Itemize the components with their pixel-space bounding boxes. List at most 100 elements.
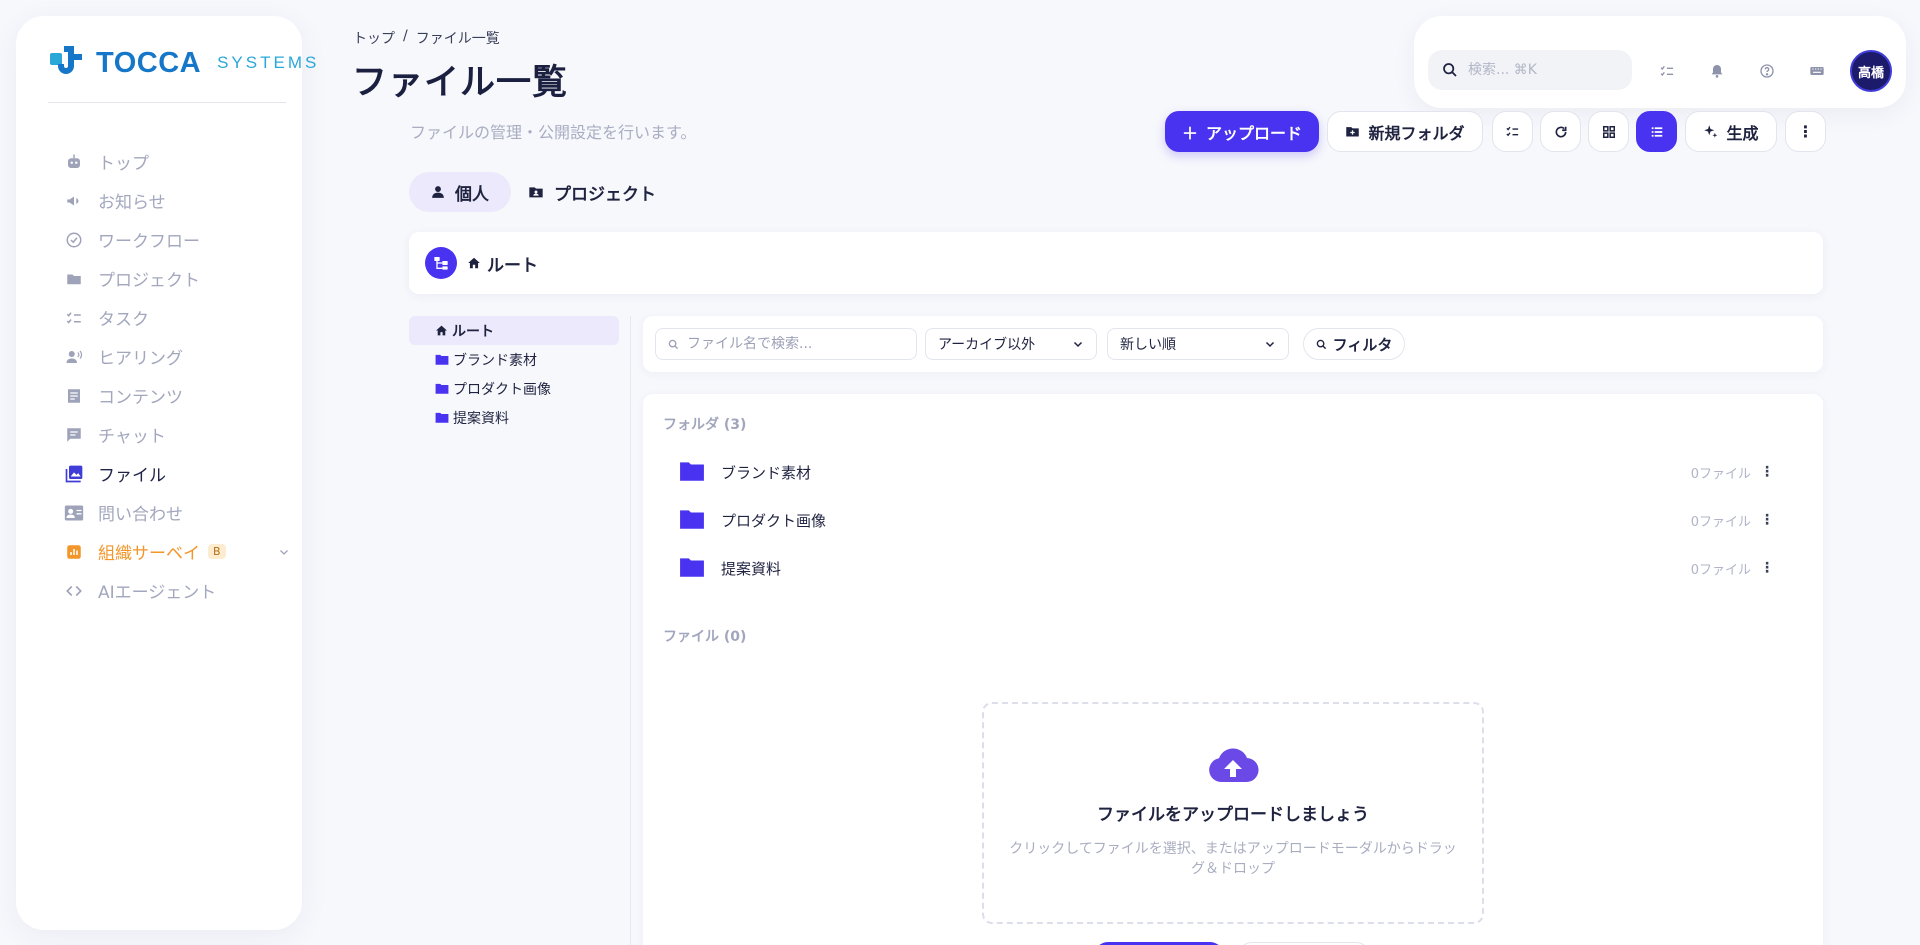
folder-row[interactable]: プロダクト画像 0ファイル ⋮ — [663, 500, 1803, 540]
tree-item-folder[interactable]: ブランド素材 — [409, 345, 619, 374]
global-search-input[interactable] — [1468, 62, 1608, 78]
dropzone-title: ファイルをアップロードしましょう — [1097, 805, 1369, 825]
folder-plus-icon — [1345, 124, 1360, 139]
sidebar-item-top[interactable]: トップ — [64, 142, 226, 181]
folder-icon — [64, 269, 84, 289]
sidebar-item-survey[interactable]: 組織サーベイ B — [64, 532, 288, 571]
contact-card-icon — [64, 503, 84, 523]
sidebar-item-workflow[interactable]: ワークフロー — [64, 220, 226, 259]
keyboard-icon[interactable] — [1806, 60, 1828, 82]
tree-item-root[interactable]: ルート — [409, 316, 619, 345]
sidebar: TOCCA SYSTEMS トップ お知らせ ワークフロー プロジェクト タスク… — [16, 16, 316, 930]
breadcrumb: トップ / ファイル一覧 — [353, 28, 500, 48]
breadcrumb-home[interactable]: トップ — [353, 28, 395, 48]
chevron-down-icon — [1072, 338, 1084, 350]
folder-file-count: 0ファイル — [1690, 514, 1751, 530]
archive-filter-select[interactable]: アーカイブ以外 — [925, 328, 1097, 360]
folder-icon — [435, 353, 449, 366]
checklist-icon — [1505, 124, 1520, 139]
chevron-down-icon — [1264, 338, 1276, 350]
breadcrumb-separator: / — [403, 28, 408, 44]
document-icon — [64, 386, 84, 406]
sidebar-item-ai-agent[interactable]: AIエージェント — [64, 571, 226, 610]
select-mode-button[interactable] — [1492, 111, 1533, 152]
folder-tree-icon[interactable] — [425, 247, 457, 279]
folder-tree: ルート ブランド素材 プロダクト画像 提案資料 — [409, 316, 619, 432]
folder-name: 提案資料 — [721, 559, 782, 578]
sparkle-icon — [1703, 124, 1718, 139]
sidebar-item-label: お知らせ — [98, 193, 166, 213]
upload-button-label: アップロード — [1206, 123, 1303, 143]
search-icon — [668, 339, 679, 350]
more-vertical-icon[interactable]: ⋮ — [1759, 464, 1775, 480]
bell-icon[interactable] — [1706, 60, 1728, 82]
folder-row[interactable]: ブランド素材 0ファイル ⋮ — [663, 452, 1803, 492]
tree-item-folder[interactable]: プロダクト画像 — [409, 374, 619, 403]
chevron-down-icon[interactable] — [278, 532, 290, 562]
new-folder-button-label: 新規フォルダ — [1368, 123, 1465, 143]
avatar[interactable]: 高橋 — [1850, 50, 1892, 92]
current-folder-label[interactable]: ルート — [467, 251, 538, 276]
upload-button[interactable]: ＋ アップロード — [1165, 111, 1319, 152]
code-icon — [64, 581, 84, 601]
sidebar-item-project[interactable]: プロジェクト — [64, 259, 226, 298]
filter-button-label: フィルタ — [1332, 335, 1393, 354]
new-folder-button[interactable]: 新規フォルダ — [1327, 111, 1483, 152]
grid-icon — [1602, 125, 1616, 139]
folder-row[interactable]: 提案資料 0ファイル ⋮ — [663, 548, 1803, 588]
images-icon — [64, 464, 84, 484]
sidebar-item-label: ヒアリング — [98, 349, 183, 369]
list-view-button[interactable] — [1636, 111, 1677, 152]
beta-badge: B — [208, 544, 226, 559]
global-search[interactable] — [1428, 50, 1632, 90]
sidebar-item-hearing[interactable]: ヒアリング — [64, 337, 226, 376]
refresh-button[interactable] — [1540, 111, 1581, 152]
home-icon — [435, 324, 448, 337]
sidebar-item-label: 組織サーベイ — [98, 544, 200, 564]
sidebar-item-label: ファイル — [98, 466, 166, 486]
sort-value: 新しい順 — [1120, 337, 1176, 353]
logo-mark-icon — [48, 44, 86, 82]
sidebar-nav: トップ お知らせ ワークフロー プロジェクト タスク ヒアリング コンテンツ チ… — [64, 142, 288, 610]
folder-name: プロダクト画像 — [721, 511, 827, 530]
sidebar-item-task[interactable]: タスク — [64, 298, 226, 337]
more-options-button[interactable]: ⋮ — [1785, 111, 1826, 152]
check-circle-icon — [64, 230, 84, 250]
checklist-icon[interactable] — [1656, 60, 1678, 82]
sidebar-item-news[interactable]: お知らせ — [64, 181, 226, 220]
tree-item-folder[interactable]: 提案資料 — [409, 403, 619, 432]
help-icon[interactable] — [1756, 60, 1778, 82]
user-icon — [431, 185, 445, 199]
more-vertical-icon[interactable]: ⋮ — [1759, 512, 1775, 528]
generate-button[interactable]: 生成 — [1685, 111, 1777, 152]
tab-personal[interactable]: 個人 — [409, 172, 511, 212]
sidebar-item-contents[interactable]: コンテンツ — [64, 376, 226, 415]
folder-name: ブランド素材 — [721, 463, 812, 482]
search-icon — [1442, 62, 1458, 78]
sidebar-item-label: 問い合わせ — [98, 505, 183, 525]
folder-file-count: 0ファイル — [1690, 562, 1751, 578]
sidebar-item-chat[interactable]: チャット — [64, 415, 226, 454]
robot-icon — [64, 152, 84, 172]
divider — [48, 102, 286, 103]
sidebar-item-label: ワークフロー — [98, 232, 200, 252]
file-search-input[interactable] — [687, 336, 907, 352]
folder-user-icon — [528, 184, 544, 200]
upload-dropzone[interactable]: ファイルをアップロードしましょう クリックしてファイルを選択、またはアップロード… — [982, 702, 1484, 924]
topbar: 高橋 — [1414, 16, 1906, 108]
tab-personal-label: 個人 — [455, 184, 489, 205]
sort-select[interactable]: 新しい順 — [1107, 328, 1289, 360]
home-icon — [467, 256, 481, 270]
folder-path-bar: ルート — [409, 232, 1823, 294]
file-search[interactable] — [655, 328, 917, 360]
more-vertical-icon[interactable]: ⋮ — [1759, 560, 1775, 576]
grid-view-button[interactable] — [1588, 111, 1629, 152]
logo[interactable]: TOCCA SYSTEMS — [48, 44, 319, 82]
tree-item-label: ブランド素材 — [453, 352, 537, 369]
filter-button[interactable]: フィルタ — [1303, 328, 1405, 360]
refresh-icon — [1554, 125, 1568, 139]
sidebar-item-files[interactable]: ファイル — [64, 454, 226, 493]
tab-project[interactable]: プロジェクト — [506, 172, 678, 212]
divider — [630, 316, 631, 945]
sidebar-item-inquiry[interactable]: 問い合わせ — [64, 493, 226, 532]
